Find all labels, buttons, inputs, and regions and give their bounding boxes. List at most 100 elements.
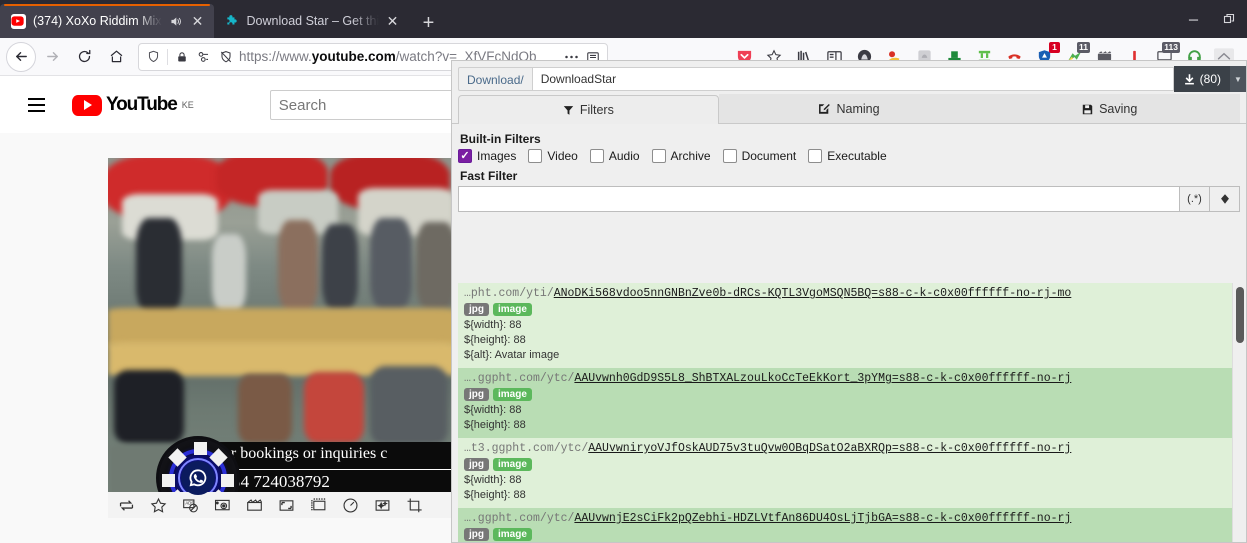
caption-line-1: For bookings or inquiries c [214,445,388,462]
scrollbar-thumb[interactable] [1236,287,1244,343]
enhance-icon[interactable] [374,497,391,514]
list-item[interactable]: …t3.ggpht.com/ytc/AAUvwniryoVJfOskAUD75v… [458,438,1240,508]
tag-category: image [493,458,532,471]
url-protocol: https://www. [239,49,312,64]
checkbox-video[interactable] [528,149,543,163]
youtube-country-code: KE [181,100,194,110]
permissions-icon[interactable] [195,48,212,65]
list-item[interactable]: ….ggpht.com/ytc/AAUvwnjE2sCiFk2pQZebhi-H… [458,508,1240,542]
tab-title: (374) XoXo Riddim Mix [33,14,162,28]
screenshot-icon[interactable] [214,497,231,514]
browser-tab-download-star[interactable]: Download Star – Get this ✕ [214,4,409,38]
forward-button[interactable] [36,42,68,72]
tab-filters[interactable]: Filters [458,95,719,124]
panel-tabs: Filters Naming Saving [452,93,1246,124]
tag-category: image [493,388,532,401]
maximize-button[interactable] [1211,0,1247,38]
speaker-icon[interactable] [168,15,184,28]
panel-path-row: Download/ DownloadStar (80) ▼ [452,61,1246,93]
download-button[interactable]: (80) [1173,66,1230,92]
results-list[interactable]: …pht.com/yti/ANoDKi568vdoo5nnGNBnZve0b-d… [458,283,1240,542]
speed-icon[interactable] [342,497,359,514]
url-domain: youtube.com [311,49,396,64]
crop-icon[interactable] [406,497,423,514]
checkbox-images[interactable] [458,149,472,163]
item-tags: jpg image [464,303,1234,316]
builtin-filter-checkboxes: Images Video Audio Archive Document Exec… [458,149,1240,163]
checkbox-document[interactable] [722,149,737,163]
tab-label: Filters [579,103,614,117]
tab-strip: (374) XoXo Riddim Mix ✕ Download Star – … [0,0,1247,38]
tab-label: Naming [836,102,880,116]
video-toolbar-icons: ADS [108,492,423,518]
item-meta-height: ${height}: 88 [464,489,526,501]
checkbox-executable[interactable] [808,149,823,163]
item-url[interactable]: …t3.ggpht.com/ytc/AAUvwniryoVJfOskAUD75v… [464,442,1234,455]
item-tags: jpg image [464,458,1234,471]
minimize-button[interactable] [1175,0,1211,38]
shield-icon[interactable] [145,48,162,65]
checkbox-label-document: Document [741,149,797,163]
home-button[interactable] [100,42,132,72]
fast-filter-row: (.*) [458,186,1240,212]
item-url[interactable]: …pht.com/yti/ANoDKi568vdoo5nnGNBnZve0b-d… [464,287,1234,300]
ads-blocked-icon[interactable]: ADS [182,497,199,514]
tag-filetype: jpg [464,388,489,401]
regex-toggle-button[interactable]: (.*) [1180,186,1210,212]
url-link[interactable]: ANoDKi568vdoo5nnGNBnZve0b-dRCs-KQTL3VgoM… [554,287,1072,300]
list-item[interactable]: …pht.com/yti/ANoDKi568vdoo5nnGNBnZve0b-d… [458,283,1240,368]
window-controls [1175,0,1247,38]
video-player[interactable]: For bookings or inquiries c +254 7240387… [108,158,457,518]
youtube-icon [10,13,27,30]
youtube-logo[interactable]: YouTube KE [72,94,194,116]
tag-category: image [493,303,532,316]
close-tab-icon[interactable]: ✕ [385,13,401,29]
extension-badge: 11 [1077,41,1090,53]
back-button[interactable] [6,41,36,72]
url-link[interactable]: AAUvwnjE2sCiFk2pQZebhi-HDZLVtfAn86DU4OsL… [574,512,1071,525]
browser-tab-youtube[interactable]: (374) XoXo Riddim Mix ✕ [0,4,214,38]
item-url[interactable]: ….ggpht.com/ytc/AAUvwnh0GdD9S5L8_ShBTXAL… [464,372,1234,385]
download-folder-input[interactable]: DownloadStar [531,67,1174,91]
svg-text:ADS: ADS [185,500,194,505]
picture-in-picture-icon[interactable] [310,497,327,514]
tab-title: Download Star – Get this [246,14,379,28]
url-link[interactable]: AAUvwniryoVJfOskAUD75v3tuQvw0OBqDSatO2aB… [588,442,1071,455]
checkbox-audio[interactable] [589,149,604,163]
results-scrollbar[interactable] [1232,283,1246,542]
eraser-icon[interactable] [1210,186,1240,212]
divider [167,48,168,65]
close-tab-icon[interactable]: ✕ [190,13,206,29]
list-item[interactable]: ….ggpht.com/ytc/AAUvwnh0GdD9S5L8_ShBTXAL… [458,368,1240,438]
reload-button[interactable] [68,42,100,72]
checkbox-archive[interactable] [651,149,666,163]
checkbox-label-video: Video [547,149,578,163]
chevron-down-icon[interactable]: ▼ [1230,66,1246,92]
item-meta-height: ${height}: 88 [464,419,526,431]
fullscreen-corner-icon[interactable] [278,497,295,514]
funnel-icon [563,105,574,116]
extension-badge: 1 [1049,41,1060,53]
download-star-panel: Download/ DownloadStar (80) ▼ Filters Na… [451,60,1247,543]
tab-label: Saving [1099,102,1138,116]
filters-body: Built-in Filters Images Video Audio Arch… [452,124,1246,212]
hamburger-icon[interactable] [16,85,56,125]
fast-filter-input[interactable] [458,186,1180,212]
star-icon[interactable] [150,497,167,514]
loop-icon[interactable] [118,497,135,514]
new-tab-button[interactable]: + [413,8,445,38]
builtin-filters-label: Built-in Filters [460,132,541,146]
item-meta-width: ${width}: 88 [464,319,522,331]
tracking-protection-icon[interactable] [217,48,234,65]
item-url[interactable]: ….ggpht.com/ytc/AAUvwnjE2sCiFk2pQZebhi-H… [464,512,1234,525]
padlock-icon[interactable] [173,48,190,65]
fast-filter-label: Fast Filter [460,169,518,183]
url-prefix: ….ggpht.com/ytc/ [464,512,575,525]
url-link[interactable]: AAUvwnh0GdD9S5L8_ShBTXALzouLkoCcTeEkKort… [574,372,1071,385]
clip-icon[interactable] [246,497,263,514]
download-icon [1183,73,1196,86]
tab-saving[interactable]: Saving [979,94,1241,123]
tab-naming[interactable]: Naming [718,94,980,123]
pencil-icon [818,103,831,115]
browser-window: (374) XoXo Riddim Mix ✕ Download Star – … [0,0,1247,543]
